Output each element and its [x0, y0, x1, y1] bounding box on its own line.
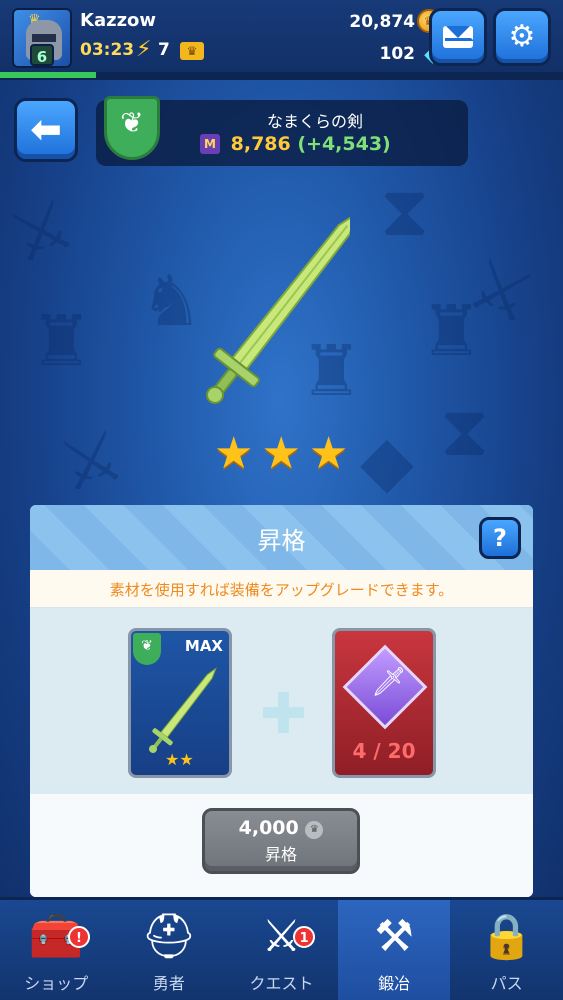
locked-emblem-icon: 🔒	[479, 911, 535, 962]
nav-label: ショップ	[24, 974, 89, 993]
upgrade-cost: 4,000 ♛	[205, 817, 357, 839]
silver-coin-icon: ♛	[305, 821, 324, 839]
star-icon: ★	[165, 750, 180, 769]
star-icon: ★	[179, 750, 194, 769]
upgrade-button-label: 昇格	[264, 845, 297, 864]
star-icon: ★	[214, 428, 254, 479]
upgrade-description: 素材を使用すれば装備をアップグレードできます。	[109, 581, 454, 599]
anvil-icon: ⚒	[374, 911, 414, 962]
power-value: 8,786	[230, 133, 291, 155]
material-slots: ❦ MAX ★★ ✚ 🗡 4 / 20	[30, 608, 533, 794]
power-bonus: (+4,543)	[297, 133, 391, 155]
item-rarity-badge: ❦	[104, 96, 160, 160]
nav-forge[interactable]: ⚒ 鍛冶	[337, 900, 451, 1000]
plus-icon: ✚	[260, 682, 307, 747]
envelope-icon	[443, 26, 473, 48]
upgrade-button[interactable]: 4,000 ♛ 昇格	[202, 808, 360, 874]
treasure-chest-icon: 🧰	[28, 911, 84, 962]
material-star-rating: ★★	[165, 750, 194, 769]
nav-pass[interactable]: 🔒 パス	[450, 900, 563, 1000]
player-level-badge: 6	[30, 44, 54, 66]
star-icon: ★	[308, 428, 349, 479]
nav-shop[interactable]: 🧰 ! ショップ	[0, 900, 113, 1000]
upgrade-panel-title: 昇格	[257, 527, 306, 555]
gear-icon: ⚙	[508, 19, 536, 54]
energy-bolt-icon: ⚡	[136, 37, 152, 62]
mail-button[interactable]	[429, 8, 487, 66]
bottom-navigation: 🧰 ! ショップ ⛑ 勇者 ⚔ 1 クエスト ⚒ 鍛冶 🔒 パス	[0, 897, 563, 1000]
item-power: M 8,786 (+4,543)	[200, 133, 391, 155]
nav-label: クエスト	[249, 974, 314, 993]
knight-helmet-icon: ⛑	[140, 911, 197, 962]
nav-quest[interactable]: ⚔ 1 クエスト	[225, 900, 338, 1000]
energy-timer: 03:23	[80, 40, 135, 60]
material-item-card[interactable]: ❦ MAX ★★	[128, 628, 232, 778]
gem-amount: 102	[379, 44, 416, 64]
item-name: なまくらの剣	[266, 112, 363, 131]
power-icon: M	[200, 134, 220, 154]
sprout-icon: ❦	[120, 106, 144, 139]
sword-image	[180, 211, 359, 415]
notification-badge: !	[68, 926, 90, 948]
back-button[interactable]: ⬅	[14, 98, 78, 162]
shard-card[interactable]: 🗡 4 / 20	[332, 628, 436, 778]
gold-amount: 20,874	[349, 12, 415, 32]
arrow-left-icon: ⬅	[30, 107, 62, 151]
item-star-rating: ★ ★ ★	[214, 432, 354, 476]
nav-label: 勇者	[152, 974, 185, 993]
xp-progress-bar	[0, 72, 563, 78]
shield-sword-icon: ⚔	[261, 911, 302, 962]
upgrade-panel: 昇格 ? 素材を使用すれば装備をアップグレードできます。 ❦ MAX ★★ ✚ …	[30, 505, 533, 897]
upgrade-panel-header: 昇格 ?	[30, 505, 533, 570]
player-name: Kazzow	[80, 10, 157, 31]
nav-label: 鍛冶	[378, 974, 411, 993]
settings-button[interactable]: ⚙	[493, 8, 551, 66]
energy-count: 7	[158, 40, 170, 60]
star-icon: ★	[261, 428, 301, 479]
help-button[interactable]: ?	[479, 517, 521, 559]
sword-icon: 🗡	[371, 665, 407, 698]
top-hud: ♛ 6 Kazzow 03:23 ⚡ 7 ♛ 20,874 ♛ 102 ◆ ⚙	[0, 0, 563, 80]
nav-hero[interactable]: ⛑ 勇者	[113, 900, 226, 1000]
nav-label: パス	[490, 974, 523, 993]
xp-progress-fill	[0, 72, 96, 78]
shard-count: 4 / 20	[352, 739, 416, 763]
vip-crown-icon[interactable]: ♛	[180, 42, 204, 60]
